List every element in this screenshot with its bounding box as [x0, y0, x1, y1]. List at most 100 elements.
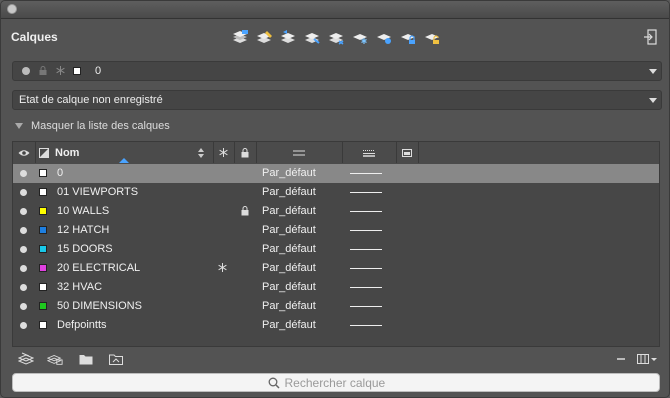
layer-color-swatch[interactable]: [39, 283, 47, 291]
layer-color-swatch[interactable]: [39, 169, 47, 177]
layer-linetype[interactable]: Par_défaut: [262, 243, 316, 255]
panel-title: Calques: [11, 30, 58, 44]
layer-linetype[interactable]: Par_défaut: [262, 319, 316, 331]
layer-linetype[interactable]: Par_défaut: [262, 281, 316, 293]
layer-off-icon: [377, 34, 391, 44]
layer-linetype[interactable]: Par_défaut: [262, 167, 316, 179]
layer-lineweight[interactable]: [350, 211, 382, 212]
layer-linetype[interactable]: Par_défaut: [262, 224, 316, 236]
layer-color-swatch[interactable]: [39, 245, 47, 253]
columns-menu-button[interactable]: [637, 351, 657, 367]
disclosure-triangle-icon: [15, 123, 23, 129]
layer-lock-button[interactable]: [399, 28, 417, 46]
visibility-toggle[interactable]: [20, 322, 27, 329]
layer-color-swatch[interactable]: [39, 207, 47, 215]
layer-name[interactable]: 50 DIMENSIONS: [57, 300, 142, 312]
column-lineweight[interactable]: [342, 142, 397, 163]
layer-name[interactable]: 20 ELECTRICAL: [57, 262, 140, 274]
open-folder-button[interactable]: [78, 351, 94, 367]
search-layer-box[interactable]: [12, 373, 660, 392]
layer-linetype[interactable]: Par_défaut: [262, 300, 316, 312]
layer-freeze-button[interactable]: [351, 28, 369, 46]
column-visibility[interactable]: [13, 142, 36, 163]
layer-lineweight[interactable]: [350, 173, 382, 174]
layer-name[interactable]: 15 DOORS: [57, 243, 113, 255]
new-layer-vp-frozen-icon: [47, 354, 63, 365]
layer-name[interactable]: 01 VIEWPORTS: [57, 186, 138, 198]
layer-color-swatch[interactable]: [39, 321, 47, 329]
lock-icon: [241, 147, 249, 157]
visibility-toggle[interactable]: [20, 265, 27, 272]
layer-color-swatch[interactable]: [39, 264, 47, 272]
layer-isolate-button[interactable]: [303, 28, 321, 46]
layer-lineweight[interactable]: [350, 287, 382, 288]
layer-row[interactable]: 15 DOORS Par_défaut: [13, 240, 659, 259]
layer-properties-button[interactable]: [231, 28, 249, 46]
layer-row[interactable]: 50 DIMENSIONS Par_défaut: [13, 297, 659, 316]
layer-previous-button[interactable]: [279, 28, 297, 46]
layer-name[interactable]: 12 HATCH: [57, 224, 109, 236]
column-lock[interactable]: [234, 142, 257, 163]
layer-linetype[interactable]: Par_défaut: [262, 186, 316, 198]
layer-row[interactable]: 0 Par_défaut: [13, 164, 659, 183]
columns-menu-icon: [637, 354, 657, 364]
visibility-toggle[interactable]: [20, 246, 27, 253]
layer-linetype[interactable]: Par_défaut: [262, 205, 316, 217]
visibility-toggle[interactable]: [20, 227, 27, 234]
open-folder-icon: [79, 354, 93, 364]
layer-folder-button[interactable]: [108, 351, 124, 367]
lock-icon[interactable]: [241, 206, 249, 219]
freeze-icon[interactable]: [218, 263, 227, 275]
layer-off-button[interactable]: [375, 28, 393, 46]
column-freeze[interactable]: [213, 142, 235, 163]
layer-state-dropdown[interactable]: Etat de calque non enregistré: [12, 90, 662, 110]
layer-name[interactable]: Defpointts: [57, 319, 107, 331]
visibility-toggle[interactable]: [20, 189, 27, 196]
new-layer-button[interactable]: [18, 351, 34, 367]
layer-color-swatch[interactable]: [39, 188, 47, 196]
column-name-label: Nom: [55, 146, 80, 159]
layer-lineweight[interactable]: [350, 192, 382, 193]
layer-row[interactable]: Defpointts Par_défaut: [13, 316, 659, 335]
layer-row[interactable]: 01 VIEWPORTS Par_défaut: [13, 183, 659, 202]
column-linetype[interactable]: [256, 142, 343, 163]
search-layer-input[interactable]: [284, 375, 405, 390]
layer-lineweight[interactable]: [350, 325, 382, 326]
visibility-toggle[interactable]: [20, 170, 27, 177]
layer-row[interactable]: 10 WALLS Par_défaut: [13, 202, 659, 221]
layer-state-value: Etat de calque non enregistré: [19, 94, 163, 106]
title-bar: [1, 1, 669, 19]
layer-color-swatch[interactable]: [39, 302, 47, 310]
visibility-toggle[interactable]: [20, 303, 27, 310]
visibility-toggle[interactable]: [20, 284, 27, 291]
layer-lineweight[interactable]: [350, 306, 382, 307]
layer-row[interactable]: 32 HVAC Par_défaut: [13, 278, 659, 297]
current-layer-dropdown[interactable]: 0: [12, 61, 662, 81]
export-button[interactable]: [643, 29, 657, 45]
layer-match-button[interactable]: [255, 28, 273, 46]
layer-color-swatch[interactable]: [39, 226, 47, 234]
layer-unlock-button[interactable]: [423, 28, 441, 46]
close-button[interactable]: [7, 4, 17, 14]
layer-linetype[interactable]: Par_défaut: [262, 262, 316, 274]
table-header: Nom: [13, 142, 659, 165]
layer-name[interactable]: 32 HVAC: [57, 281, 102, 293]
search-icon: [268, 377, 280, 389]
plot-style-icon: [402, 148, 412, 157]
new-layer-vp-frozen-button[interactable]: [47, 351, 63, 367]
column-name[interactable]: Nom: [35, 142, 214, 163]
toggle-layer-list[interactable]: Masquer la liste des calques: [15, 120, 170, 132]
visibility-toggle[interactable]: [20, 208, 27, 215]
layer-isolate-icon: [305, 33, 320, 44]
eye-icon: [18, 149, 30, 156]
layer-name[interactable]: 0: [57, 167, 63, 179]
layer-row[interactable]: 12 HATCH Par_défaut: [13, 221, 659, 240]
minus-button[interactable]: [613, 351, 629, 367]
layer-lineweight[interactable]: [350, 249, 382, 250]
layer-unisolate-button[interactable]: [327, 28, 345, 46]
column-plot[interactable]: [396, 142, 419, 163]
layer-name[interactable]: 10 WALLS: [57, 205, 109, 217]
layer-lineweight[interactable]: [350, 230, 382, 231]
layer-row[interactable]: 20 ELECTRICAL Par_défaut: [13, 259, 659, 278]
layer-lineweight[interactable]: [350, 268, 382, 269]
